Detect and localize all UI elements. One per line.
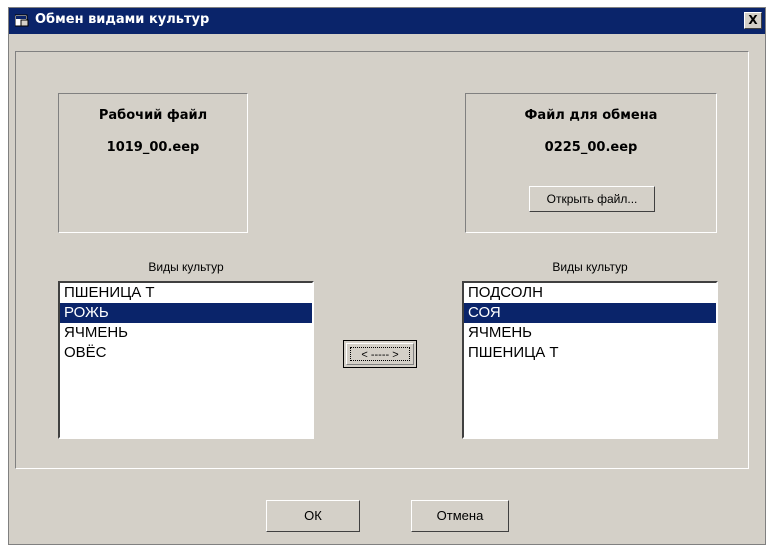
- window-app-icon: [15, 14, 29, 27]
- list-item[interactable]: ЯЧМЕНЬ: [60, 323, 312, 343]
- close-button[interactable]: X: [744, 12, 762, 29]
- cancel-button[interactable]: Отмена: [411, 500, 509, 532]
- left-list-label: Виды культур: [148, 260, 224, 274]
- open-file-button[interactable]: Открыть файл...: [529, 186, 655, 212]
- title-bar[interactable]: Обмен видами культур X: [9, 8, 765, 34]
- exchange-file-heading: Файл для обмена: [524, 108, 658, 123]
- ok-button[interactable]: ОК: [266, 500, 360, 532]
- left-crop-list[interactable]: ПШЕНИЦА Т РОЖЬ ЯЧМЕНЬ ОВЁС: [58, 281, 314, 439]
- right-crop-list[interactable]: ПОДСОЛН СОЯ ЯЧМЕНЬ ПШЕНИЦА Т: [462, 281, 718, 439]
- window-title: Обмен видами культур: [35, 12, 210, 27]
- list-item[interactable]: ПШЕНИЦА Т: [464, 343, 716, 363]
- close-icon: X: [748, 13, 758, 27]
- list-item[interactable]: СОЯ: [464, 303, 716, 323]
- exchange-file-panel: Файл для обмена 0225_00.eep Открыть файл…: [465, 93, 717, 233]
- working-file-panel: Рабочий файл 1019_00.eep: [58, 93, 248, 233]
- list-item[interactable]: РОЖЬ: [60, 303, 312, 323]
- right-list-label: Виды культур: [552, 260, 628, 274]
- swap-button-label: < ----- >: [350, 347, 410, 361]
- working-file-name: 1019_00.eep: [106, 140, 200, 155]
- swap-button-face: < ----- >: [346, 343, 414, 365]
- list-item[interactable]: ОВЁС: [60, 343, 312, 363]
- working-file-heading: Рабочий файл: [98, 108, 208, 123]
- swap-button[interactable]: < ----- >: [343, 340, 417, 368]
- exchange-file-name: 0225_00.eep: [544, 140, 638, 155]
- list-item[interactable]: ПОДСОЛН: [464, 283, 716, 303]
- list-item[interactable]: ПШЕНИЦА Т: [60, 283, 312, 303]
- list-item[interactable]: ЯЧМЕНЬ: [464, 323, 716, 343]
